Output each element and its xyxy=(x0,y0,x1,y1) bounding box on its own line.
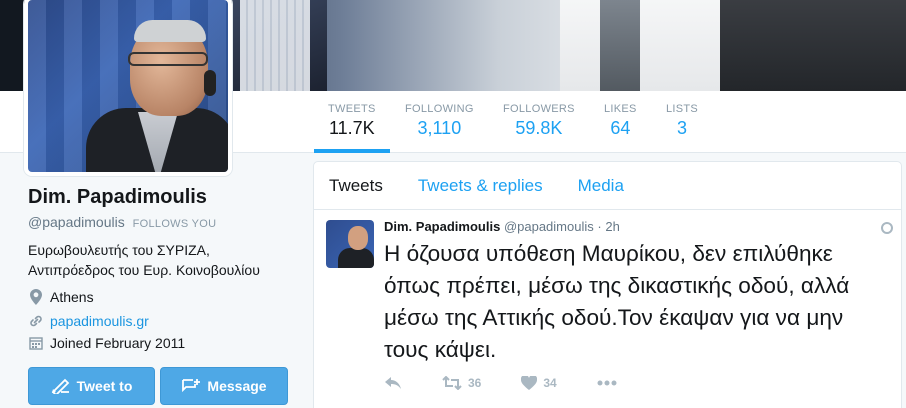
stat-label: FOLLOWERS xyxy=(503,103,575,115)
retweet-count: 36 xyxy=(468,376,482,390)
bio-line: Ευρωβουλευτής του ΣΥΡΙΖΑ, xyxy=(28,242,210,258)
location-pin-icon xyxy=(28,289,44,305)
avatar-glasses xyxy=(128,52,208,66)
tweet[interactable]: Dim. Papadimoulis @papadimoulis · 2h Η ό… xyxy=(314,210,901,390)
stat-lists[interactable]: LISTS 3 xyxy=(666,103,698,139)
stat-value: 3,110 xyxy=(417,118,462,138)
message-icon xyxy=(182,379,201,393)
stat-likes[interactable]: LIKES 64 xyxy=(604,103,637,139)
stat-following[interactable]: FOLLOWING 3,110 xyxy=(405,103,474,139)
tweet-header: Dim. Papadimoulis @papadimoulis · 2h xyxy=(384,219,620,234)
website-link[interactable]: papadimoulis.gr xyxy=(50,313,149,329)
message-button[interactable]: Message xyxy=(160,367,288,405)
follows-you-badge: FOLLOWS YOU xyxy=(132,218,217,230)
avatar-hair xyxy=(134,20,206,42)
tweet-to-label: Tweet to xyxy=(76,378,133,394)
stat-value: 11.7K xyxy=(328,118,375,138)
tab-tweets-replies[interactable]: Tweets & replies xyxy=(418,176,543,196)
banner-tie xyxy=(600,0,640,91)
profile-name[interactable]: Dim. Papadimoulis xyxy=(28,186,207,209)
bio-line: Αντιπρόεδρος του Ευρ. Κοινοβουλίου xyxy=(28,262,260,278)
tweet-separator: · xyxy=(597,219,602,234)
tweet-avatar[interactable] xyxy=(326,220,374,268)
calendar-icon xyxy=(28,335,44,351)
stat-label: LIKES xyxy=(604,103,637,115)
like-button[interactable]: 34 xyxy=(521,376,557,390)
profile-website: papadimoulis.gr xyxy=(28,313,149,329)
location-text: Athens xyxy=(50,289,94,305)
banner-suit-right xyxy=(720,0,906,91)
retweet-icon xyxy=(442,376,462,390)
joined-text: Joined February 2011 xyxy=(50,335,186,351)
tweet-to-button[interactable]: Tweet to xyxy=(28,367,155,405)
compose-icon xyxy=(51,378,69,394)
tab-tweets[interactable]: Tweets xyxy=(329,176,383,196)
stat-tweets[interactable]: TWEETS 11.7K xyxy=(314,103,390,153)
stat-value: 64 xyxy=(610,118,631,138)
tweet-actions: 36 34 xyxy=(384,376,657,390)
heart-icon xyxy=(521,376,538,390)
tweet-text: Η όζουσα υπόθεση Μαυρίκου, δεν επιλύθηκε… xyxy=(384,241,850,362)
tweet-author[interactable]: Dim. Papadimoulis xyxy=(384,219,500,234)
tweet-time[interactable]: 2h xyxy=(605,219,619,234)
tweet-avatar-head xyxy=(348,226,368,250)
profile-handle[interactable]: @papadimoulis xyxy=(28,214,125,230)
banner-shirt-right xyxy=(560,0,720,91)
stat-value: 3 xyxy=(677,118,688,138)
avatar-headset xyxy=(204,70,216,96)
stat-label: LISTS xyxy=(666,103,699,115)
tab-media[interactable]: Media xyxy=(578,176,624,196)
reply-icon xyxy=(385,377,401,389)
profile-bio: Ευρωβουλευτής του ΣΥΡΙΖΑ, Αντιπρόεδρος τ… xyxy=(28,240,298,280)
timeline: Tweets Tweets & replies Media Dim. Papad… xyxy=(313,161,902,408)
stat-label: FOLLOWING xyxy=(405,103,474,115)
more-icon xyxy=(597,380,617,386)
profile-handle-row: @papadimoulis FOLLOWS YOU xyxy=(28,214,216,230)
message-label: Message xyxy=(207,378,267,394)
reply-button[interactable] xyxy=(384,376,402,390)
profile-joined: Joined February 2011 xyxy=(28,335,185,351)
like-count: 34 xyxy=(543,376,557,390)
profile-avatar[interactable] xyxy=(24,0,232,176)
tweet-avatar-body xyxy=(338,248,374,268)
stat-followers[interactable]: FOLLOWERS 59.8K xyxy=(503,103,575,139)
stat-value: 59.8K xyxy=(515,118,563,138)
tweet-menu-icon[interactable] xyxy=(881,222,893,234)
more-button[interactable] xyxy=(597,380,617,386)
stat-label: TWEETS xyxy=(328,103,376,115)
timeline-tabs: Tweets Tweets & replies Media xyxy=(314,162,901,210)
tweet-handle[interactable]: @papadimoulis xyxy=(504,219,594,234)
banner-shirt-left xyxy=(240,0,310,91)
profile-location: Athens xyxy=(28,289,94,305)
link-icon xyxy=(28,313,44,329)
retweet-button[interactable]: 36 xyxy=(442,376,481,390)
